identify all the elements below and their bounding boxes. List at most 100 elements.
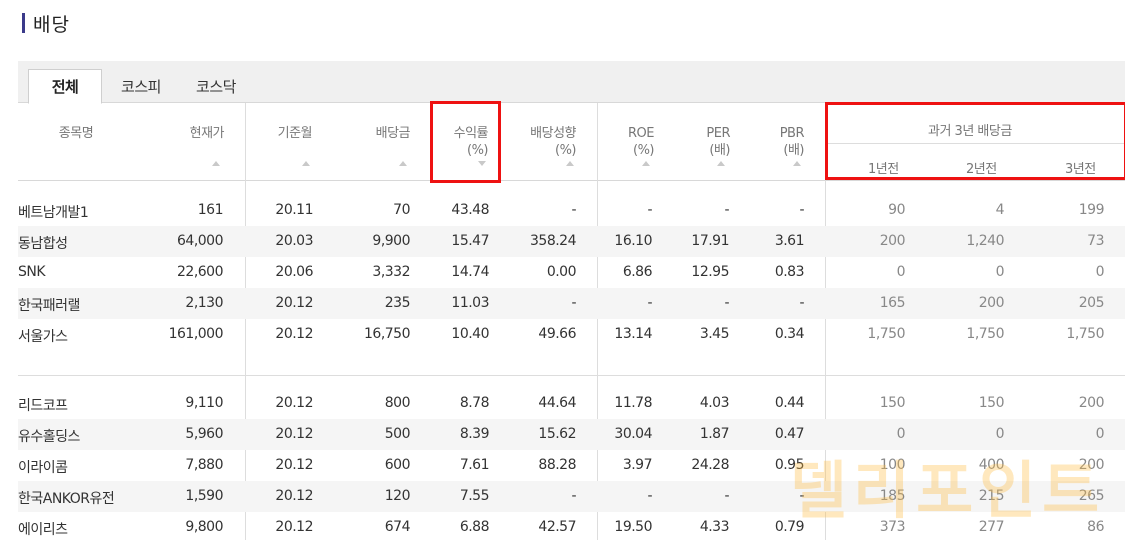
pbr-cell: 0.47 bbox=[774, 426, 805, 442]
col-name-header[interactable]: 종목명 bbox=[46, 125, 106, 142]
stock-name[interactable]: 이라이콤 bbox=[18, 457, 68, 477]
dividend-1yr-cell: 165 bbox=[879, 295, 906, 311]
price-cell: 9,110 bbox=[185, 395, 223, 411]
dividend-1yr-cell: 150 bbox=[879, 395, 906, 411]
dividend-2yr-cell: 200 bbox=[978, 295, 1005, 311]
yield-cell: 7.61 bbox=[459, 457, 490, 473]
tab-all[interactable]: 전체 bbox=[28, 69, 102, 104]
price-cell: 22,600 bbox=[177, 264, 224, 280]
col-roe-label: ROE bbox=[628, 126, 654, 141]
dividend-2yr-cell: 0 bbox=[995, 264, 1005, 280]
base-month-cell: 20.12 bbox=[275, 395, 313, 411]
dividend-2yr-cell: 1,750 bbox=[966, 326, 1004, 342]
sort-asc-icon[interactable] bbox=[642, 161, 650, 166]
table-row[interactable]: 유수홀딩스 5,960 20.12 500 8.39 15.62 30.04 1… bbox=[18, 419, 1125, 450]
roe-cell: 6.86 bbox=[622, 264, 653, 280]
roe-cell: 16.10 bbox=[614, 233, 652, 249]
dividend-3yr-cell: 1,750 bbox=[1066, 326, 1104, 342]
yield-cell: 8.78 bbox=[459, 395, 490, 411]
dividend-2yr-cell: 1,240 bbox=[966, 233, 1004, 249]
dividend-cell: 16,750 bbox=[364, 326, 411, 342]
tab-kospi[interactable]: 코스피 bbox=[108, 69, 174, 103]
col-pbr-header[interactable]: PBR (배) bbox=[748, 125, 805, 159]
dividend-1yr-cell: 1,750 bbox=[867, 326, 905, 342]
pbr-cell: 0.34 bbox=[774, 326, 805, 342]
sort-asc-icon[interactable] bbox=[717, 161, 725, 166]
dividend-table-body: 베트남개발1 161 20.11 70 43.48 - - - - 90 4 1… bbox=[18, 195, 1125, 540]
roe-cell: 30.04 bbox=[614, 426, 652, 442]
payout-cell: 358.24 bbox=[530, 233, 577, 249]
payout-cell: 15.62 bbox=[538, 426, 576, 442]
stock-name[interactable]: 베트남개발1 bbox=[18, 202, 89, 222]
table-row[interactable]: 한국ANKOR유전 1,590 20.12 120 7.55 - - - - 1… bbox=[18, 481, 1125, 512]
dividend-3yr-cell: 0 bbox=[1095, 264, 1105, 280]
price-cell: 1,590 bbox=[185, 488, 223, 504]
col-base-month-header[interactable]: 기준월 bbox=[246, 125, 313, 142]
dividend-3yr-cell: 200 bbox=[1078, 457, 1105, 473]
stock-name[interactable]: 한국ANKOR유전 bbox=[18, 488, 115, 508]
roe-cell: - bbox=[647, 295, 652, 311]
table-row[interactable]: 동남합성 64,000 20.03 9,900 15.47 358.24 16.… bbox=[18, 226, 1125, 257]
col-payout-header[interactable]: 배당성향 (%) bbox=[500, 125, 576, 159]
price-cell: 2,130 bbox=[185, 295, 223, 311]
dividend-cell: 674 bbox=[384, 519, 411, 535]
col-dividend-header[interactable]: 배당금 bbox=[344, 125, 411, 142]
payout-cell: - bbox=[571, 488, 576, 504]
price-cell: 5,960 bbox=[185, 426, 223, 442]
dividend-1yr-cell: 90 bbox=[888, 202, 905, 218]
dividend-2yr-cell: 0 bbox=[995, 426, 1005, 442]
price-cell: 7,880 bbox=[185, 457, 223, 473]
tab-kosdaq[interactable]: 코스닥 bbox=[178, 69, 254, 103]
sort-asc-icon[interactable] bbox=[793, 161, 801, 166]
table-row[interactable]: 한국패러랠 2,130 20.12 235 11.03 - - - - 165 … bbox=[18, 288, 1125, 319]
payout-cell: - bbox=[571, 202, 576, 218]
col-per-label: PER bbox=[706, 126, 730, 141]
dividend-1yr-cell: 100 bbox=[879, 457, 906, 473]
stock-name[interactable]: 에이리츠 bbox=[18, 519, 68, 539]
stock-name[interactable]: 리드코프 bbox=[18, 395, 68, 415]
dividend-cell: 500 bbox=[384, 426, 411, 442]
table-row[interactable]: 서울가스 161,000 20.12 16,750 10.40 49.66 13… bbox=[18, 319, 1125, 376]
sort-asc-icon[interactable] bbox=[566, 161, 574, 166]
base-month-cell: 20.06 bbox=[275, 264, 313, 280]
table-row[interactable]: 리드코프 9,110 20.12 800 8.78 44.64 11.78 4.… bbox=[18, 388, 1125, 419]
table-row[interactable]: 베트남개발1 161 20.11 70 43.48 - - - - 90 4 1… bbox=[18, 195, 1125, 226]
col-price-header[interactable]: 현재가 bbox=[158, 125, 225, 142]
dividend-2yr-cell: 277 bbox=[978, 519, 1005, 535]
dividend-cell: 9,900 bbox=[372, 233, 410, 249]
col-per-unit: (배) bbox=[709, 143, 730, 158]
dividend-2yr-cell: 4 bbox=[995, 202, 1005, 218]
table-row[interactable]: 에이리츠 9,800 20.12 674 6.88 42.57 19.50 4.… bbox=[18, 512, 1125, 540]
stock-name[interactable]: 유수홀딩스 bbox=[18, 426, 80, 446]
base-month-cell: 20.11 bbox=[275, 202, 313, 218]
stock-name[interactable]: 동남합성 bbox=[18, 233, 68, 253]
base-month-cell: 20.12 bbox=[275, 457, 313, 473]
table-row[interactable]: 이라이콤 7,880 20.12 600 7.61 88.28 3.97 24.… bbox=[18, 450, 1125, 481]
dividend-3yr-cell: 73 bbox=[1087, 233, 1104, 249]
stock-name[interactable]: SNK bbox=[18, 264, 46, 280]
roe-cell: - bbox=[647, 202, 652, 218]
stock-name[interactable]: 한국패러랠 bbox=[18, 295, 80, 315]
pbr-cell: - bbox=[799, 202, 804, 218]
yield-cell: 43.48 bbox=[451, 202, 489, 218]
yield-cell: 15.47 bbox=[451, 233, 489, 249]
col-per-header[interactable]: PER (배) bbox=[674, 125, 730, 159]
per-cell: - bbox=[724, 488, 729, 504]
payout-cell: 0.00 bbox=[546, 264, 577, 280]
stock-name[interactable]: 서울가스 bbox=[18, 326, 68, 346]
pbr-cell: 0.79 bbox=[774, 519, 805, 535]
dividend-3yr-cell: 199 bbox=[1078, 202, 1105, 218]
yield-cell: 8.39 bbox=[459, 426, 490, 442]
dividend-cell: 800 bbox=[384, 395, 411, 411]
sort-asc-icon[interactable] bbox=[212, 161, 220, 166]
table-row[interactable]: SNK 22,600 20.06 3,332 14.74 0.00 6.86 1… bbox=[18, 257, 1125, 288]
sort-asc-icon[interactable] bbox=[399, 161, 407, 166]
sort-asc-icon[interactable] bbox=[302, 161, 310, 166]
payout-cell: 49.66 bbox=[538, 326, 576, 342]
per-cell: - bbox=[724, 295, 729, 311]
per-cell: 12.95 bbox=[691, 264, 729, 280]
payout-cell: 42.57 bbox=[538, 519, 576, 535]
col-roe-header[interactable]: ROE (%) bbox=[598, 125, 654, 159]
base-month-cell: 20.12 bbox=[275, 326, 313, 342]
col-roe-unit: (%) bbox=[633, 143, 655, 158]
